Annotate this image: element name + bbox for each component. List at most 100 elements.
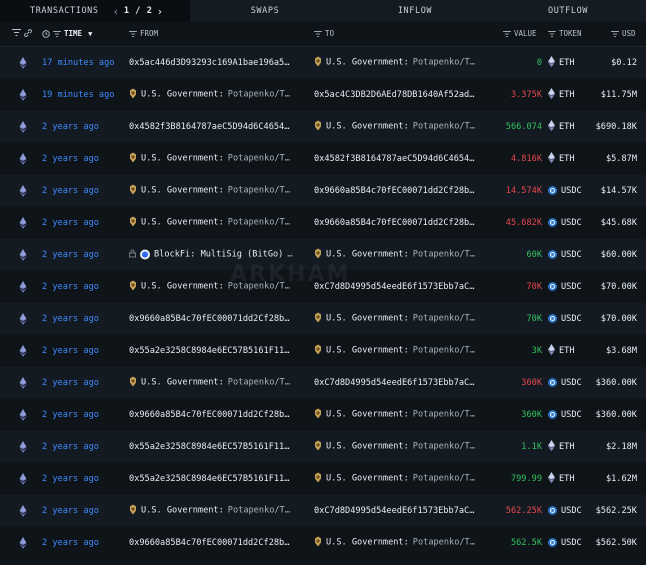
from-address[interactable]: 0x5ac446d3D93293c169A1bae196a5… bbox=[129, 58, 289, 68]
token-cell[interactable]: USDC bbox=[548, 314, 582, 324]
table-row[interactable]: 2 years ago 0x9660a85B4c70fEC00071dd2Cf28… bbox=[0, 527, 646, 558]
token-column-header[interactable]: TOKEN bbox=[548, 29, 582, 38]
to-address[interactable]: 0x9660a85B4c70fEC00071dd2Cf28b… bbox=[314, 186, 474, 196]
time-link[interactable]: 2 years ago bbox=[42, 442, 99, 452]
token-cell[interactable]: ETH bbox=[548, 471, 575, 486]
time-link[interactable]: 2 years ago bbox=[42, 154, 99, 164]
to-entity[interactable]: 0xC7d8D4995d54eedE6f1573Ebb7aC… bbox=[314, 282, 474, 292]
table-row[interactable]: 2 years ago 0x55a2e3258C8984e6EC57B5161F1… bbox=[0, 431, 646, 462]
table-row[interactable]: 2 years ago 0x9660a85B4c70fEC00071dd2Cf28… bbox=[0, 303, 646, 334]
from-address[interactable]: 0x55a2e3258C8984e6EC57B5161F11… bbox=[129, 474, 289, 484]
tab-swaps[interactable]: SWAPS bbox=[190, 0, 340, 22]
time-link[interactable]: 2 years ago bbox=[42, 506, 99, 516]
to-entity[interactable]: U.S. Government: Potapenko/T… bbox=[314, 408, 475, 421]
to-entity[interactable]: 0x9660a85B4c70fEC00071dd2Cf28b… bbox=[314, 218, 474, 228]
time-link[interactable]: 19 minutes ago bbox=[42, 90, 114, 100]
from-address[interactable]: 0x9660a85B4c70fEC00071dd2Cf28b… bbox=[129, 538, 289, 548]
from-address[interactable]: 0x9660a85B4c70fEC00071dd2Cf28b… bbox=[129, 314, 289, 324]
to-address[interactable]: 0xC7d8D4995d54eedE6f1573Ebb7aC… bbox=[314, 378, 474, 388]
to-address[interactable]: 0xC7d8D4995d54eedE6f1573Ebb7aC… bbox=[314, 506, 474, 516]
from-entity[interactable]: U.S. Government: Potapenko/T… bbox=[129, 216, 290, 229]
from-address[interactable]: 0x55a2e3258C8984e6EC57B5161F11… bbox=[129, 442, 289, 452]
token-cell[interactable]: USDC bbox=[548, 410, 582, 420]
chevron-left-icon[interactable]: ‹ bbox=[113, 5, 120, 18]
tab-outflow[interactable]: OUTFLOW bbox=[490, 0, 646, 22]
time-column-header[interactable]: TIME ▼ bbox=[42, 29, 92, 38]
from-entity[interactable]: 0x55a2e3258C8984e6EC57B5161F11… bbox=[129, 346, 289, 356]
table-row[interactable]: 2 years ago U.S. Government: Potapenko/T… 0… bbox=[0, 495, 646, 526]
time-link[interactable]: 2 years ago bbox=[42, 218, 99, 228]
table-row[interactable]: 2 years ago U.S. Government: Potapenko/T… 0… bbox=[0, 175, 646, 206]
to-entity[interactable]: 0x5ac4C3DB2D6AEd78DB1640Af52ad… bbox=[314, 90, 474, 100]
token-cell[interactable]: USDC bbox=[548, 538, 582, 548]
to-entity[interactable]: 0xC7d8D4995d54eedE6f1573Ebb7aC… bbox=[314, 378, 474, 388]
table-row[interactable]: 2 years ago 0x55a2e3258C8984e6EC57B5161F1… bbox=[0, 335, 646, 366]
from-entity[interactable]: U.S. Government: Potapenko/T… bbox=[129, 376, 290, 389]
token-cell[interactable]: USDC bbox=[548, 250, 582, 260]
token-cell[interactable]: ETH bbox=[548, 151, 575, 166]
from-entity[interactable]: U.S. Government: Potapenko/T… bbox=[129, 152, 290, 165]
to-entity[interactable]: 0x4582f3B8164787aeC5D94d6C4654… bbox=[314, 154, 474, 164]
time-link[interactable]: 2 years ago bbox=[42, 474, 99, 484]
time-link[interactable]: 2 years ago bbox=[42, 250, 99, 260]
tab-inflow[interactable]: INFLOW bbox=[340, 0, 490, 22]
to-address[interactable]: 0x4582f3B8164787aeC5D94d6C4654… bbox=[314, 154, 474, 164]
time-link[interactable]: 2 years ago bbox=[42, 346, 99, 356]
link-icon[interactable] bbox=[24, 29, 32, 37]
table-row[interactable]: 2 years ago 0x9660a85B4c70fEC00071dd2Cf28… bbox=[0, 399, 646, 430]
time-link[interactable]: 2 years ago bbox=[42, 186, 99, 196]
to-address[interactable]: 0xC7d8D4995d54eedE6f1573Ebb7aC… bbox=[314, 282, 474, 292]
usd-column-header[interactable]: USD bbox=[611, 29, 636, 38]
table-row[interactable]: 2 years ago U.S. Government: Potapenko/T… 0… bbox=[0, 271, 646, 302]
to-entity[interactable]: U.S. Government: Potapenko/T… bbox=[314, 344, 475, 357]
to-entity[interactable]: U.S. Government: Potapenko/T… bbox=[314, 440, 475, 453]
to-entity[interactable]: U.S. Government: Potapenko/T… bbox=[314, 472, 475, 485]
token-cell[interactable]: ETH bbox=[548, 55, 575, 70]
to-entity[interactable]: U.S. Government: Potapenko/T… bbox=[314, 248, 475, 261]
token-cell[interactable]: ETH bbox=[548, 87, 575, 102]
token-cell[interactable]: USDC bbox=[548, 378, 582, 388]
chevron-right-icon[interactable]: › bbox=[156, 5, 163, 18]
time-link[interactable]: 2 years ago bbox=[42, 410, 99, 420]
to-column-header[interactable]: TO bbox=[314, 29, 334, 38]
time-link[interactable]: 2 years ago bbox=[42, 122, 99, 132]
from-entity[interactable]: 0x5ac446d3D93293c169A1bae196a5… bbox=[129, 58, 289, 68]
to-entity[interactable]: U.S. Government: Potapenko/T… bbox=[314, 312, 475, 325]
from-entity[interactable]: 0x9660a85B4c70fEC00071dd2Cf28b… bbox=[129, 410, 289, 420]
from-entity[interactable]: U.S. Government: Potapenko/T… bbox=[129, 184, 290, 197]
filter-icon[interactable] bbox=[12, 29, 21, 36]
token-cell[interactable]: ETH bbox=[548, 439, 575, 454]
token-cell[interactable]: USDC bbox=[548, 218, 582, 228]
from-address[interactable]: 0x9660a85B4c70fEC00071dd2Cf28b… bbox=[129, 410, 289, 420]
table-row[interactable]: 2 years ago 0x55a2e3258C8984e6EC57B5161F1… bbox=[0, 463, 646, 494]
tab-transactions[interactable]: TRANSACTIONS ‹ 1 / 2 › bbox=[0, 0, 190, 22]
token-cell[interactable]: USDC bbox=[548, 186, 582, 196]
from-address[interactable]: 0x4582f3B8164787aeC5D94d6C4654… bbox=[129, 122, 289, 132]
token-cell[interactable]: USDC bbox=[548, 282, 582, 292]
from-entity[interactable]: U.S. Government: Potapenko/T… bbox=[129, 88, 290, 101]
to-entity[interactable]: 0xC7d8D4995d54eedE6f1573Ebb7aC… bbox=[314, 506, 474, 516]
to-entity[interactable]: U.S. Government: Potapenko/T… bbox=[314, 56, 475, 69]
to-entity[interactable]: U.S. Government: Potapenko/T… bbox=[314, 120, 475, 133]
from-entity[interactable]: 0x55a2e3258C8984e6EC57B5161F11… bbox=[129, 474, 289, 484]
from-entity[interactable]: 0x9660a85B4c70fEC00071dd2Cf28b… bbox=[129, 538, 289, 548]
table-row[interactable]: 2 years ago U.S. Government: Potapenko/T… 0… bbox=[0, 367, 646, 398]
to-address[interactable]: 0x5ac4C3DB2D6AEd78DB1640Af52ad… bbox=[314, 90, 474, 100]
to-entity[interactable]: 0x9660a85B4c70fEC00071dd2Cf28b… bbox=[314, 186, 474, 196]
token-cell[interactable]: USDC bbox=[548, 506, 582, 516]
from-address[interactable]: 0x55a2e3258C8984e6EC57B5161F11… bbox=[129, 346, 289, 356]
table-row[interactable]: 2 years ago BlockFi: MultiSig (BitGo)… U.S… bbox=[0, 239, 646, 270]
from-entity[interactable]: 0x4582f3B8164787aeC5D94d6C4654… bbox=[129, 122, 289, 132]
time-link[interactable]: 17 minutes ago bbox=[42, 58, 114, 68]
table-row[interactable]: 2 years ago U.S. Government: Potapenko/T… 0… bbox=[0, 143, 646, 174]
time-link[interactable]: 2 years ago bbox=[42, 538, 99, 548]
time-link[interactable]: 2 years ago bbox=[42, 314, 99, 324]
table-row[interactable]: 17 minutes ago 0x5ac446d3D93293c169A1bae1… bbox=[0, 47, 646, 78]
table-row[interactable]: 2 years ago 0x4582f3B8164787aeC5D94d6C465… bbox=[0, 111, 646, 142]
to-address[interactable]: 0x9660a85B4c70fEC00071dd2Cf28b… bbox=[314, 218, 474, 228]
from-entity[interactable]: 0x9660a85B4c70fEC00071dd2Cf28b… bbox=[129, 314, 289, 324]
from-entity[interactable]: 0x55a2e3258C8984e6EC57B5161F11… bbox=[129, 442, 289, 452]
from-entity[interactable]: U.S. Government: Potapenko/T… bbox=[129, 280, 290, 293]
to-entity[interactable]: U.S. Government: Potapenko/T… bbox=[314, 536, 475, 549]
from-entity[interactable]: U.S. Government: Potapenko/T… bbox=[129, 504, 290, 517]
